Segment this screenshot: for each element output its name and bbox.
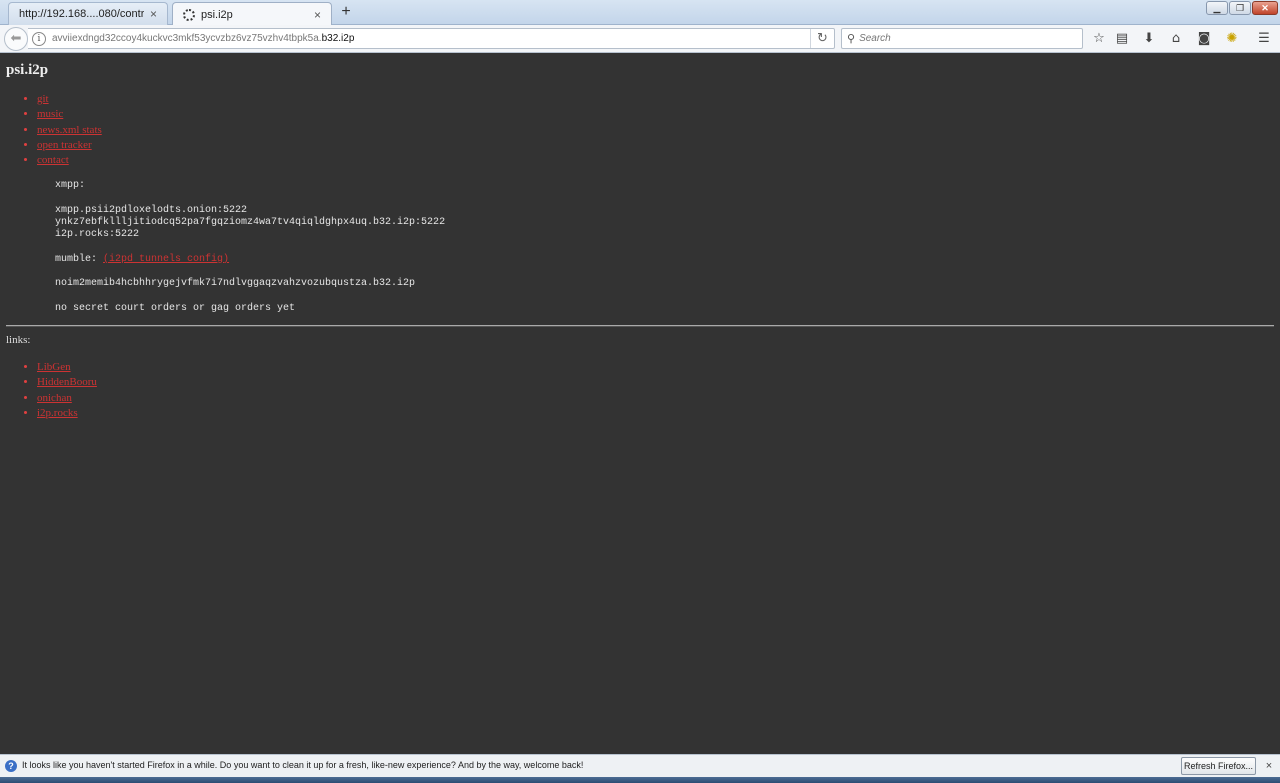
url-host: b32.i2p — [321, 33, 355, 44]
list-item: HiddenBooru — [37, 375, 97, 390]
xmpp-label: xmpp: — [55, 180, 86, 191]
nav-link-news-stats[interactable]: news.xml stats — [37, 124, 102, 136]
tab-bar: http://192.168....080/control.php × psi.… — [0, 0, 1280, 26]
nav-link-music[interactable]: music — [37, 108, 63, 120]
tab-label: http://192.168....080/control.php — [19, 8, 144, 20]
link-i2p-rocks[interactable]: i2p.rocks — [37, 407, 78, 419]
nav-link-open-tracker[interactable]: open tracker — [37, 139, 92, 151]
list-item: onichan — [37, 391, 97, 406]
search-bar[interactable]: ⚲ — [841, 28, 1083, 49]
tab-control-php[interactable]: http://192.168....080/control.php × — [8, 2, 168, 25]
nav-link-contact[interactable]: contact — [37, 154, 69, 166]
list-item: open tracker — [37, 138, 102, 153]
list-item: news.xml stats — [37, 123, 102, 138]
tab-psi-i2p[interactable]: psi.i2p × — [172, 2, 332, 26]
list-item: i2p.rocks — [37, 406, 97, 421]
hamburger-menu-icon[interactable]: ☰ — [1254, 29, 1274, 49]
divider — [6, 325, 1274, 327]
mumble-address: noim2memib4hcbhhrygejvfmk7i7ndlvggaqzvah… — [55, 278, 416, 290]
refresh-firefox-button[interactable]: Refresh Firefox... — [1181, 757, 1256, 775]
mumble-label: mumble: — [55, 253, 98, 265]
link-libgen[interactable]: LibGen — [37, 361, 71, 373]
list-item: contact — [37, 153, 102, 168]
loading-favicon-icon — [183, 8, 195, 21]
tab-close-icon[interactable]: × — [150, 7, 157, 21]
link-onichan[interactable]: onichan — [37, 392, 72, 404]
canary-note: no secret court orders or gag orders yet — [55, 302, 296, 314]
extension-icon[interactable]: ✺ — [1222, 29, 1242, 49]
url-prefix: avviiexdngd32ccoy4kuckvc3mkf53ycvzbz6vz7… — [52, 33, 322, 44]
new-tab-button[interactable]: + — [338, 3, 354, 21]
notification-text: It looks like you haven't started Firefo… — [22, 760, 584, 770]
window-close-button[interactable]: ✕ — [1252, 1, 1278, 15]
navigation-toolbar: ⬅ i avviiexdngd32ccoy4kuckvc3mkf53ycvzbz… — [0, 25, 1280, 53]
os-taskbar — [0, 777, 1280, 783]
url-bar[interactable]: i avviiexdngd32ccoy4kuckvc3mkf53ycvzbz6v… — [28, 28, 835, 49]
back-button[interactable]: ⬅ — [4, 27, 28, 51]
link-hiddenbooru[interactable]: HiddenBooru — [37, 376, 97, 388]
xmpp-address: ynkz7ebfkllljitiodcq52pa7fgqziomz4wa7tv4… — [55, 216, 446, 228]
help-icon: ? — [5, 760, 17, 772]
pocket-icon[interactable]: ◙ — [1194, 29, 1214, 49]
page-title: psi.i2p — [6, 62, 49, 78]
mumble-config-link[interactable]: (i2pd tunnels config) — [103, 254, 229, 265]
window-maximize-button[interactable]: ❐ — [1229, 1, 1251, 15]
download-icon[interactable]: ⬇ — [1139, 29, 1159, 49]
list-item: music — [37, 107, 102, 122]
list-item: git — [37, 92, 102, 107]
notification-bar: ? It looks like you haven't started Fire… — [0, 754, 1280, 777]
home-icon[interactable]: ⌂ — [1166, 29, 1186, 49]
nav-list: git music news.xml stats open tracker co… — [0, 92, 102, 168]
reload-icon[interactable]: ↻ — [810, 29, 834, 48]
nav-link-git[interactable]: git — [37, 93, 49, 105]
links-heading: links: — [6, 334, 31, 346]
search-input[interactable] — [859, 33, 1060, 44]
search-icon: ⚲ — [847, 32, 856, 45]
tab-label: psi.i2p — [201, 8, 233, 21]
window-minimize-button[interactable]: ▁ — [1206, 1, 1228, 15]
xmpp-address: i2p.rocks:5222 — [55, 229, 140, 241]
info-icon[interactable]: i — [32, 31, 46, 46]
bookmarks-list-icon[interactable]: ▤ — [1112, 29, 1132, 49]
arrow-left-icon: ⬅ — [10, 31, 22, 46]
xmpp-address: xmpp.psii2pdloxelodts.onion:5222 — [55, 204, 248, 216]
bookmark-star-icon[interactable]: ☆ — [1089, 29, 1109, 49]
close-icon[interactable]: × — [1262, 759, 1276, 773]
tab-close-icon[interactable]: × — [314, 8, 321, 22]
page-content: psi.i2p git music news.xml stats open tr… — [0, 54, 1280, 754]
contact-block: xmpp: xmpp.psii2pdloxelodts.onion:5222 y… — [55, 180, 445, 315]
list-item: LibGen — [37, 360, 97, 375]
links-list: LibGen HiddenBooru onichan i2p.rocks — [0, 360, 97, 421]
